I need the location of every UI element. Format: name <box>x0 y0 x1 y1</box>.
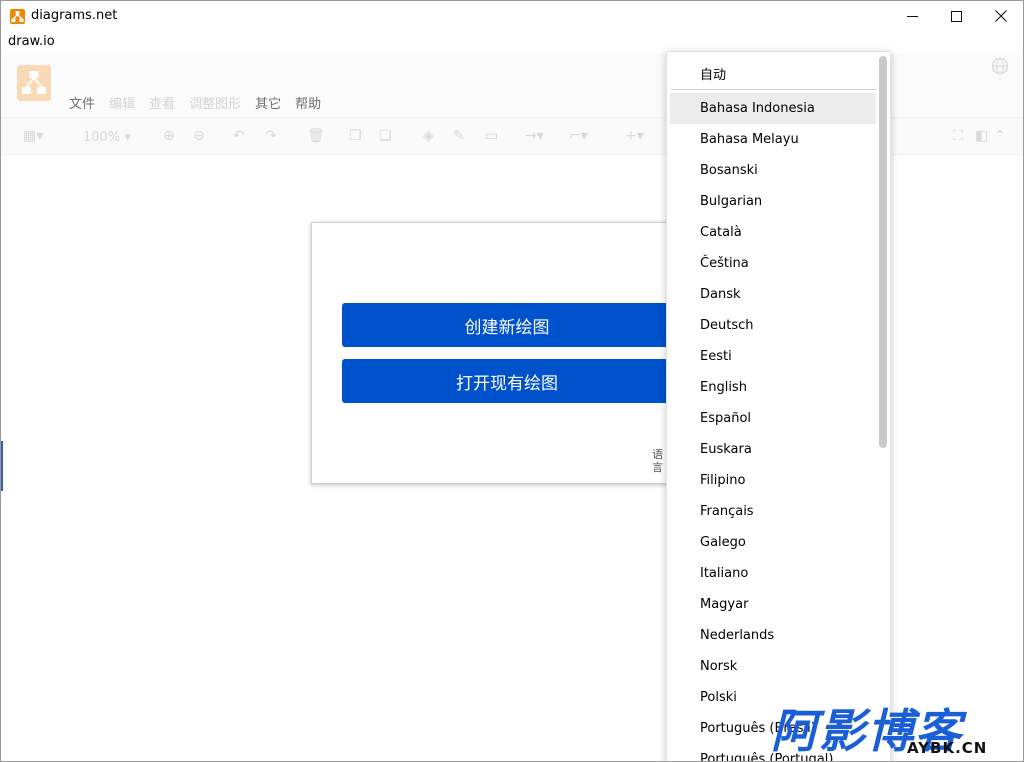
menubar-drawio[interactable]: draw.io <box>8 34 55 49</box>
language-item[interactable]: Magyar <box>670 589 876 620</box>
app-window: diagrams.net draw.io 文件 编辑 查看 调整图形 其它 帮助… <box>0 0 1024 762</box>
minimize-icon <box>906 15 918 17</box>
language-separator <box>671 89 876 90</box>
dropdown-scrollbar[interactable] <box>879 56 887 448</box>
close-button[interactable] <box>978 1 1023 31</box>
app-menu: 文件 编辑 查看 调整图形 其它 帮助 <box>69 93 321 112</box>
menu-extras[interactable]: 其它 <box>255 93 281 112</box>
language-item[interactable]: Français <box>670 496 876 527</box>
electron-menubar: draw.io <box>1 31 1023 53</box>
drawio-app-icon <box>10 9 25 24</box>
language-item[interactable]: Nederlands <box>670 620 876 651</box>
collapse-icon[interactable]: ⌃ <box>994 128 1006 144</box>
zoom-out-icon[interactable]: ⊖ <box>193 128 205 144</box>
shadow-icon[interactable]: ▭ <box>485 128 498 144</box>
globe-icon[interactable] <box>991 57 1009 75</box>
background-window-edge <box>1 441 3 491</box>
fill-color-icon[interactable]: ◈ <box>423 128 434 144</box>
create-new-diagram-button[interactable]: 创建新绘图 <box>342 303 682 347</box>
connection-icon[interactable]: →▾ <box>525 128 544 144</box>
language-auto[interactable]: 自动 <box>700 64 726 83</box>
menu-edit[interactable]: 编辑 <box>109 93 135 112</box>
language-item[interactable]: Eesti <box>670 341 876 372</box>
menu-view[interactable]: 查看 <box>149 93 175 112</box>
delete-icon[interactable]: 🗑︎ <box>307 128 325 144</box>
language-item[interactable]: Español <box>670 403 876 434</box>
zoom-value: 100% <box>83 130 121 145</box>
format-toggle-icon[interactable]: ◧ <box>975 128 988 144</box>
zoom-in-icon[interactable]: ⊕ <box>163 128 175 144</box>
menu-help[interactable]: 帮助 <box>295 93 321 112</box>
language-item[interactable]: Català <box>670 217 876 248</box>
language-item[interactable]: English <box>670 372 876 403</box>
menu-file[interactable]: 文件 <box>69 93 95 112</box>
open-existing-diagram-button[interactable]: 打开现有绘图 <box>342 359 682 403</box>
insert-icon[interactable]: +▾ <box>625 128 644 144</box>
drawio-logo <box>17 65 51 101</box>
language-item[interactable]: Deutsch <box>670 310 876 341</box>
redo-icon[interactable]: ↷ <box>265 128 277 144</box>
window-title: diagrams.net <box>31 8 118 23</box>
maximize-button[interactable] <box>933 1 979 31</box>
language-item[interactable]: Dansk <box>670 279 876 310</box>
title-bar: diagrams.net <box>1 1 1023 31</box>
menu-arrange[interactable]: 调整图形 <box>189 93 241 112</box>
fullscreen-icon[interactable]: ⛶ <box>953 128 963 144</box>
watermark-sub: AYBK.CN <box>907 739 988 757</box>
language-item[interactable]: Filipino <box>670 465 876 496</box>
to-front-icon[interactable]: ❐ <box>349 128 362 144</box>
language-item[interactable]: Galego <box>670 527 876 558</box>
language-item[interactable]: Bosanski <box>670 155 876 186</box>
to-back-icon[interactable]: ❏ <box>379 128 392 144</box>
close-icon <box>995 10 1007 22</box>
language-item[interactable]: Italiano <box>670 558 876 589</box>
language-item[interactable]: Euskara <box>670 434 876 465</box>
language-item[interactable]: Bulgarian <box>670 186 876 217</box>
line-color-icon[interactable]: ✎ <box>453 128 465 144</box>
language-item[interactable]: Norsk <box>670 651 876 682</box>
language-dropdown: 自动 Bahasa Indonesia Bahasa Melayu Bosanski… <box>666 51 891 761</box>
language-item[interactable]: Čeština <box>670 248 876 279</box>
format-panel-icon[interactable]: ▦▾ <box>23 128 43 144</box>
start-dialog: 创建新绘图 打开现有绘图 语言 <box>311 222 682 484</box>
language-item[interactable]: Bahasa Melayu <box>670 124 876 155</box>
undo-icon[interactable]: ↶ <box>233 128 245 144</box>
waypoints-icon[interactable]: ⌐▾ <box>569 128 588 144</box>
language-link[interactable]: 语言 <box>652 448 666 474</box>
language-item[interactable]: Bahasa Indonesia <box>670 93 876 124</box>
minimize-button[interactable] <box>889 1 935 31</box>
zoom-select[interactable]: 100% ▾ <box>83 130 131 145</box>
watermark-logo: 阿影博客 AYBK.CN <box>771 695 1011 758</box>
maximize-icon <box>950 10 962 22</box>
